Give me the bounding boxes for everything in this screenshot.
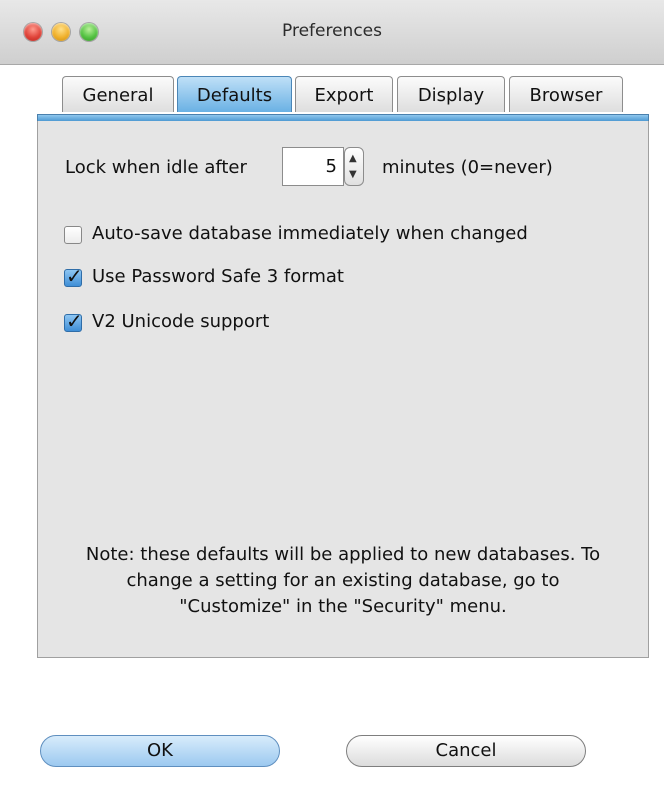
ok-button[interactable]: OK xyxy=(40,735,280,767)
lock-suffix: minutes (0=never) xyxy=(382,157,553,178)
v2-unicode-label: V2 Unicode support xyxy=(92,311,270,332)
auto-save-checkbox[interactable] xyxy=(64,226,82,244)
lock-label: Lock when idle after xyxy=(65,157,247,178)
v2-unicode-checkbox[interactable] xyxy=(64,309,83,333)
password-safe-3-checkbox[interactable] xyxy=(64,264,83,288)
tab-display[interactable]: Display xyxy=(397,76,505,112)
preferences-window: Preferences General Defaults Export Disp… xyxy=(0,0,664,794)
auto-save-label: Auto-save database immediately when chan… xyxy=(92,223,528,244)
lock-minutes-stepper[interactable]: ▲ ▼ xyxy=(344,147,364,186)
chevron-up-icon[interactable]: ▲ xyxy=(349,154,357,164)
defaults-note: Note: these defaults will be applied to … xyxy=(85,544,601,617)
cancel-button[interactable]: Cancel xyxy=(346,735,586,767)
tab-defaults[interactable]: Defaults xyxy=(177,76,292,112)
tab-browser[interactable]: Browser xyxy=(509,76,623,112)
lock-minutes-field[interactable]: 5 xyxy=(282,147,344,186)
window-title: Preferences xyxy=(282,21,382,41)
chevron-down-icon[interactable]: ▼ xyxy=(349,170,357,180)
password-safe-3-label: Use Password Safe 3 format xyxy=(92,266,344,287)
tab-general[interactable]: General xyxy=(62,76,174,112)
tab-export[interactable]: Export xyxy=(295,76,393,112)
